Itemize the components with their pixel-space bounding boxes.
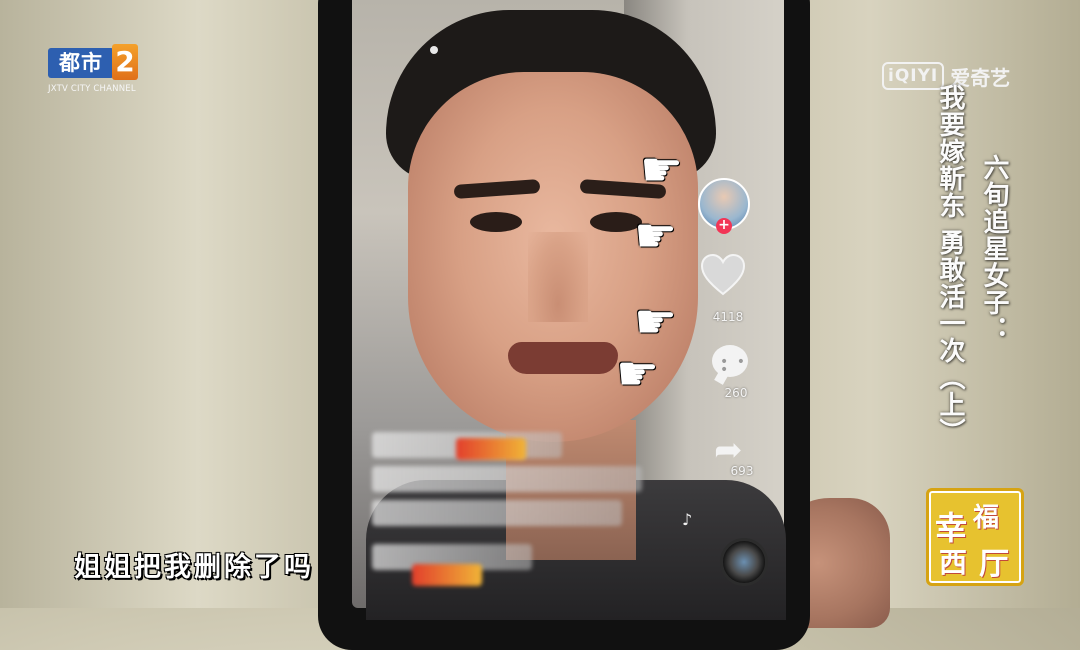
left-eyebrow <box>453 179 541 199</box>
channel-logo-name: 都市 <box>48 48 114 78</box>
comment-tag <box>456 438 526 460</box>
program-logo-char: 福 <box>973 503 1000 533</box>
comment-row <box>372 500 622 526</box>
share-count: 693 <box>730 464 754 478</box>
mouth <box>508 342 618 374</box>
left-eye <box>470 212 522 232</box>
live-comments <box>372 432 672 586</box>
nose <box>528 232 588 322</box>
music-note-icon: ♪ <box>682 510 693 529</box>
comment-count: 260 <box>724 386 748 400</box>
screen-dot <box>430 46 438 54</box>
pointing-hand-icon: ☛ <box>640 142 684 198</box>
program-logo-char: 厅 <box>979 547 1009 582</box>
comment-icon[interactable]: • • • <box>712 345 748 377</box>
program-logo-char: 西 <box>939 546 968 579</box>
pointing-hand-icon: ☛ <box>634 208 678 264</box>
comment-row <box>372 466 642 492</box>
follow-button[interactable]: + <box>716 218 732 234</box>
channel-logo: 都市 2 JXTV CITY CHANNEL <box>48 44 140 98</box>
show-title-line2: 我要嫁靳东 勇敢活一次（上） <box>935 84 965 446</box>
comment-dots: • • • <box>720 354 747 378</box>
pointing-hand-icon: ☛ <box>616 346 660 402</box>
music-disc-icon[interactable] <box>720 538 768 586</box>
program-logo: 幸 福 西 厅 <box>926 488 1024 586</box>
video-subtitle: 姐姐把我删除了吗 <box>74 552 314 583</box>
show-title-line1: 六旬追星女子： <box>979 154 1009 343</box>
channel-logo-subtitle: JXTV CITY CHANNEL <box>48 84 136 94</box>
channel-logo-number: 2 <box>112 44 138 80</box>
like-count: 4118 <box>712 310 744 324</box>
heart-icon[interactable] <box>700 254 746 296</box>
comment-tag <box>412 564 482 586</box>
pointing-hand-icon: ☛ <box>634 294 678 350</box>
